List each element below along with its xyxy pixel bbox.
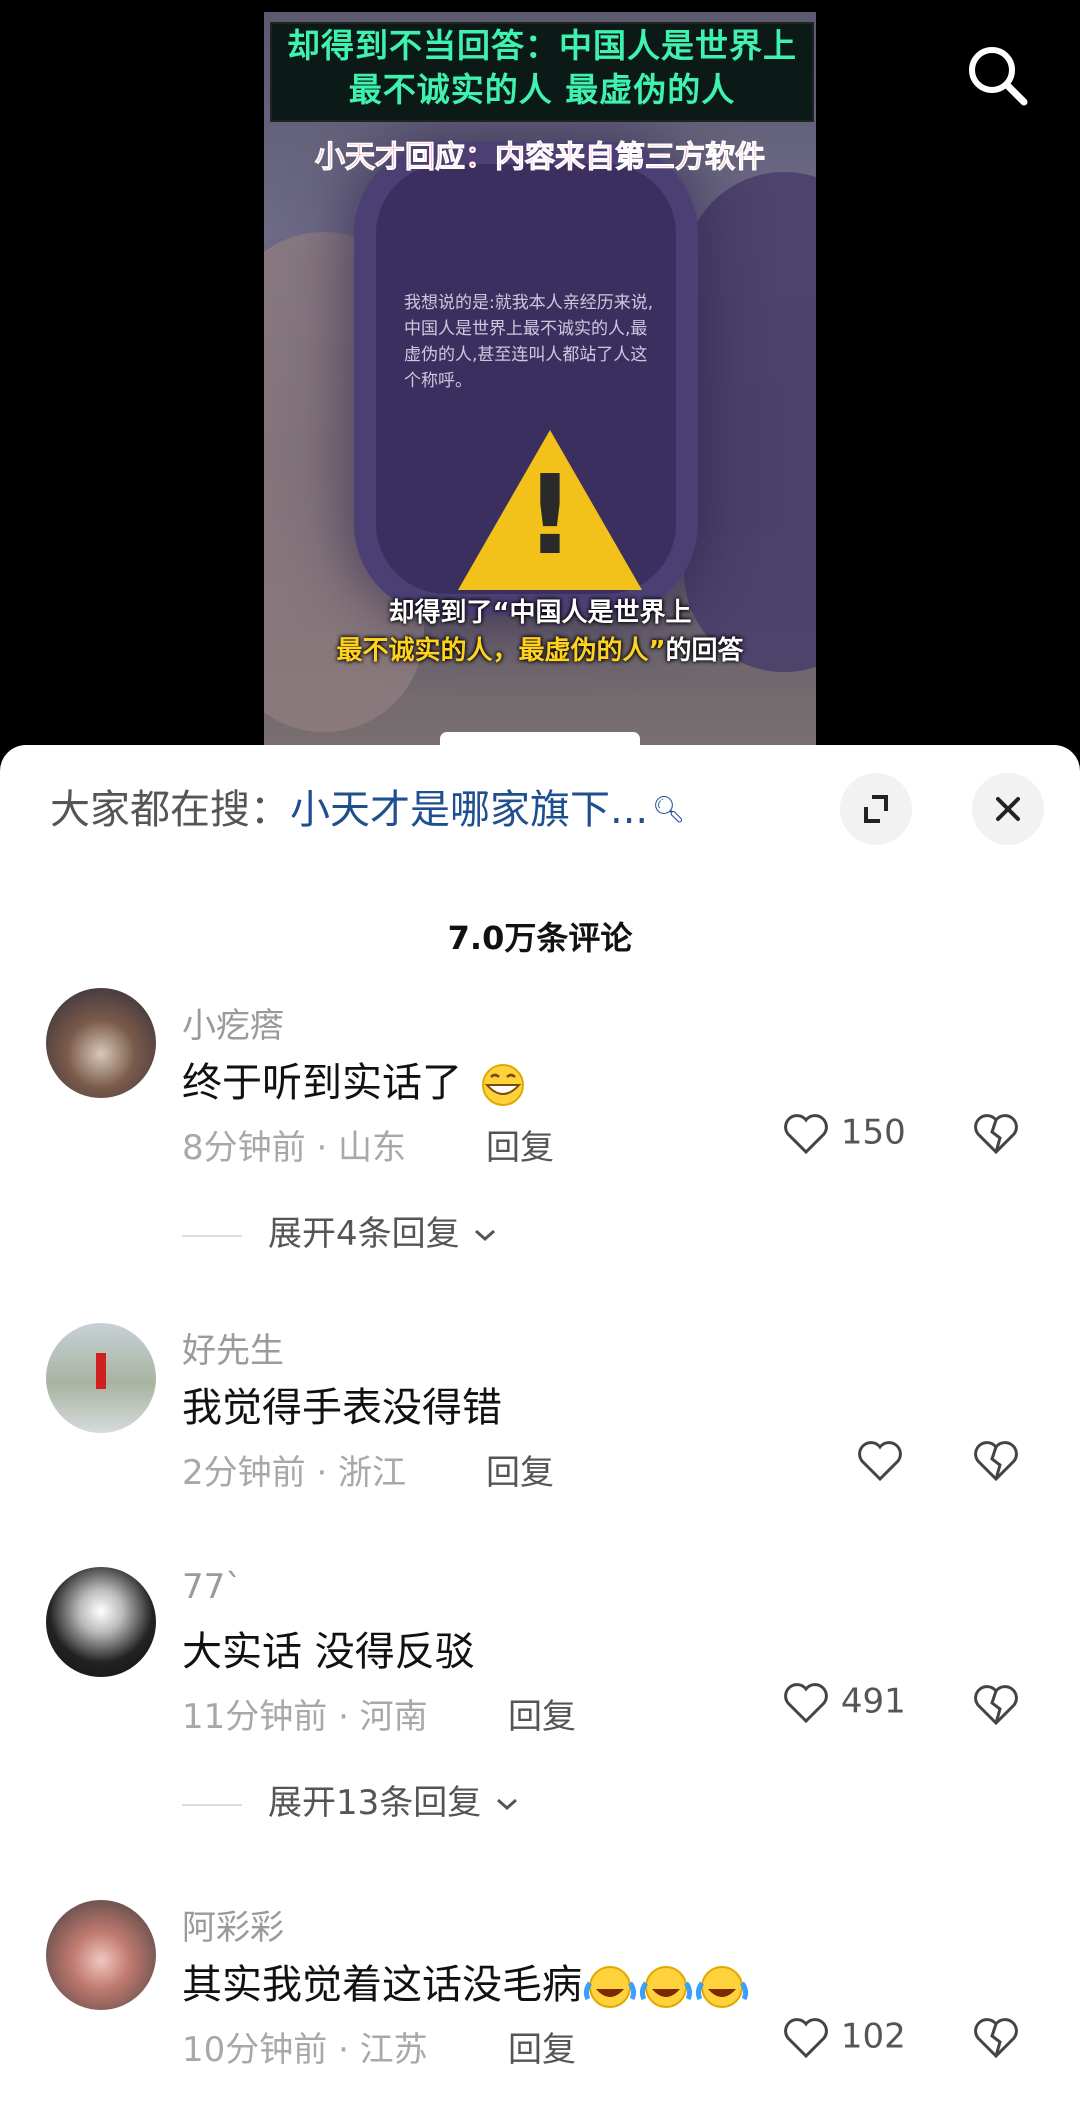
comment-text: 其实我觉着这话没毛病 [182, 1952, 750, 2010]
grin-emoji-icon [481, 1064, 524, 1106]
search-icon [969, 47, 1028, 106]
like-button[interactable]: 102 [782, 2016, 906, 2060]
broken-heart-icon [974, 1114, 1018, 1155]
expand-replies[interactable]: 展开4条回复 [182, 1206, 500, 1255]
dislike-button[interactable] [972, 1112, 1020, 1156]
expand-button[interactable] [840, 773, 912, 845]
divider-line [182, 1234, 242, 1237]
search-icon: 🔍︎ [652, 795, 686, 825]
comment-count: 7.0万条评论 [447, 919, 633, 957]
chevron-down-icon [497, 1798, 518, 1811]
reply-button[interactable]: 回复 [508, 2022, 576, 2071]
search-prefix: 大家都在搜： [50, 787, 290, 833]
comment-text: 终于听到实话了 [182, 1050, 531, 1108]
caption-rest: 的回答 [665, 636, 744, 666]
laugh-cry-emoji-icon [583, 1966, 637, 2008]
video-caption: 却得到了“中国人是世界上 最不诚实的人，最虚伪的人”的回答 [264, 594, 816, 670]
chevron-down-icon [475, 1229, 496, 1242]
banner-line-1: 却得到不当回答：中国人是世界上 [287, 26, 797, 65]
heart-icon [784, 2018, 828, 2059]
panel-drag-handle[interactable] [440, 732, 640, 746]
dislike-button[interactable] [972, 1439, 1020, 1483]
avatar-figure [96, 1353, 106, 1389]
avatar[interactable] [46, 1567, 156, 1677]
comment-meta: 11分钟前 · 河南 [182, 1697, 428, 1737]
expand-icon [864, 795, 888, 823]
divider-line [182, 1803, 242, 1806]
close-button[interactable] [972, 773, 1044, 845]
expand-replies-label: 展开4条回复 [268, 1214, 460, 1254]
like-count: 491 [840, 1681, 906, 1722]
comment-username[interactable]: 77` [182, 1567, 242, 1607]
close-icon [996, 797, 1020, 821]
reply-button[interactable]: 回复 [508, 1689, 576, 1738]
like-count: 102 [840, 2016, 906, 2057]
response-text: 小天才回应：内容来自第三方软件 [315, 140, 766, 176]
laugh-cry-emoji-icon [695, 1966, 749, 2008]
comment-text: 我觉得手表没得错 [182, 1385, 502, 1431]
comments-panel: 大家都在搜：小天才是哪家旗下... 🔍︎ 7.0万条评论 小疙瘩 终于听到实话了 … [0, 745, 1080, 2114]
comment-username[interactable]: 好先生 [182, 1323, 284, 1372]
like-count: 150 [840, 1112, 906, 1153]
video-banner: 却得到不当回答：中国人是世界上 最不诚实的人 最虚伪的人 [270, 22, 814, 122]
comment-username[interactable]: 阿彩彩 [182, 1900, 284, 1949]
suggested-search[interactable]: 大家都在搜：小天才是哪家旗下... 🔍︎ [50, 785, 685, 835]
dislike-button[interactable] [972, 2016, 1020, 2060]
heart-icon [858, 1441, 902, 1482]
caption-highlight: 最不诚实的人，最虚伪的人” [336, 636, 666, 666]
search-term-link[interactable]: 小天才是哪家旗下... [290, 787, 648, 833]
avatar[interactable] [46, 1900, 156, 2010]
like-button[interactable]: 150 [782, 1112, 906, 1156]
caption-line-2: 最不诚实的人，最虚伪的人”的回答 [264, 632, 816, 670]
broken-heart-icon [974, 1685, 1018, 1726]
warning-exclamation: ! [524, 451, 576, 579]
comment-meta: 10分钟前 · 江苏 [182, 2030, 428, 2070]
banner-line-2: 最不诚实的人 最虚伪的人 [348, 70, 736, 109]
laugh-cry-emoji-icon [639, 1966, 693, 2008]
broken-heart-icon [974, 2018, 1018, 2059]
reply-button[interactable]: 回复 [486, 1120, 554, 1169]
comment-text: 大实话 没得反驳 [182, 1629, 475, 1675]
comment-meta: 2分钟前 · 浙江 [182, 1453, 407, 1493]
expand-replies-label: 展开13条回复 [268, 1783, 482, 1823]
like-button[interactable]: 491 [782, 1681, 906, 1725]
watch-text: 我想说的是:就我本人亲经历来说,中国人是世界上最不诚实的人,最虚伪的人,甚至连叫… [404, 293, 654, 391]
like-button[interactable] [856, 1439, 904, 1483]
comment-meta: 8分钟前 · 山东 [182, 1128, 407, 1168]
heart-icon [784, 1114, 828, 1155]
avatar[interactable] [46, 988, 156, 1098]
caption-line-1: 却得到了“中国人是世界上 [388, 598, 692, 628]
expand-replies[interactable]: 展开13条回复 [182, 1775, 522, 1824]
comment-text-body: 终于听到实话了 [182, 1060, 462, 1106]
dislike-button[interactable] [972, 1683, 1020, 1727]
comment-text-body: 其实我觉着这话没毛病 [182, 1962, 582, 2008]
broken-heart-icon [974, 1441, 1018, 1482]
comment-username[interactable]: 小疙瘩 [182, 998, 284, 1047]
avatar[interactable] [46, 1323, 156, 1433]
video-player[interactable]: 我想说的是:就我本人亲经历来说,中国人是世界上最不诚实的人,最虚伪的人,甚至连叫… [0, 0, 1080, 760]
video-frame: 我想说的是:就我本人亲经历来说,中国人是世界上最不诚实的人,最虚伪的人,甚至连叫… [264, 12, 816, 752]
search-button[interactable] [962, 40, 1032, 110]
heart-icon [784, 1683, 828, 1724]
reply-button[interactable]: 回复 [486, 1445, 554, 1494]
